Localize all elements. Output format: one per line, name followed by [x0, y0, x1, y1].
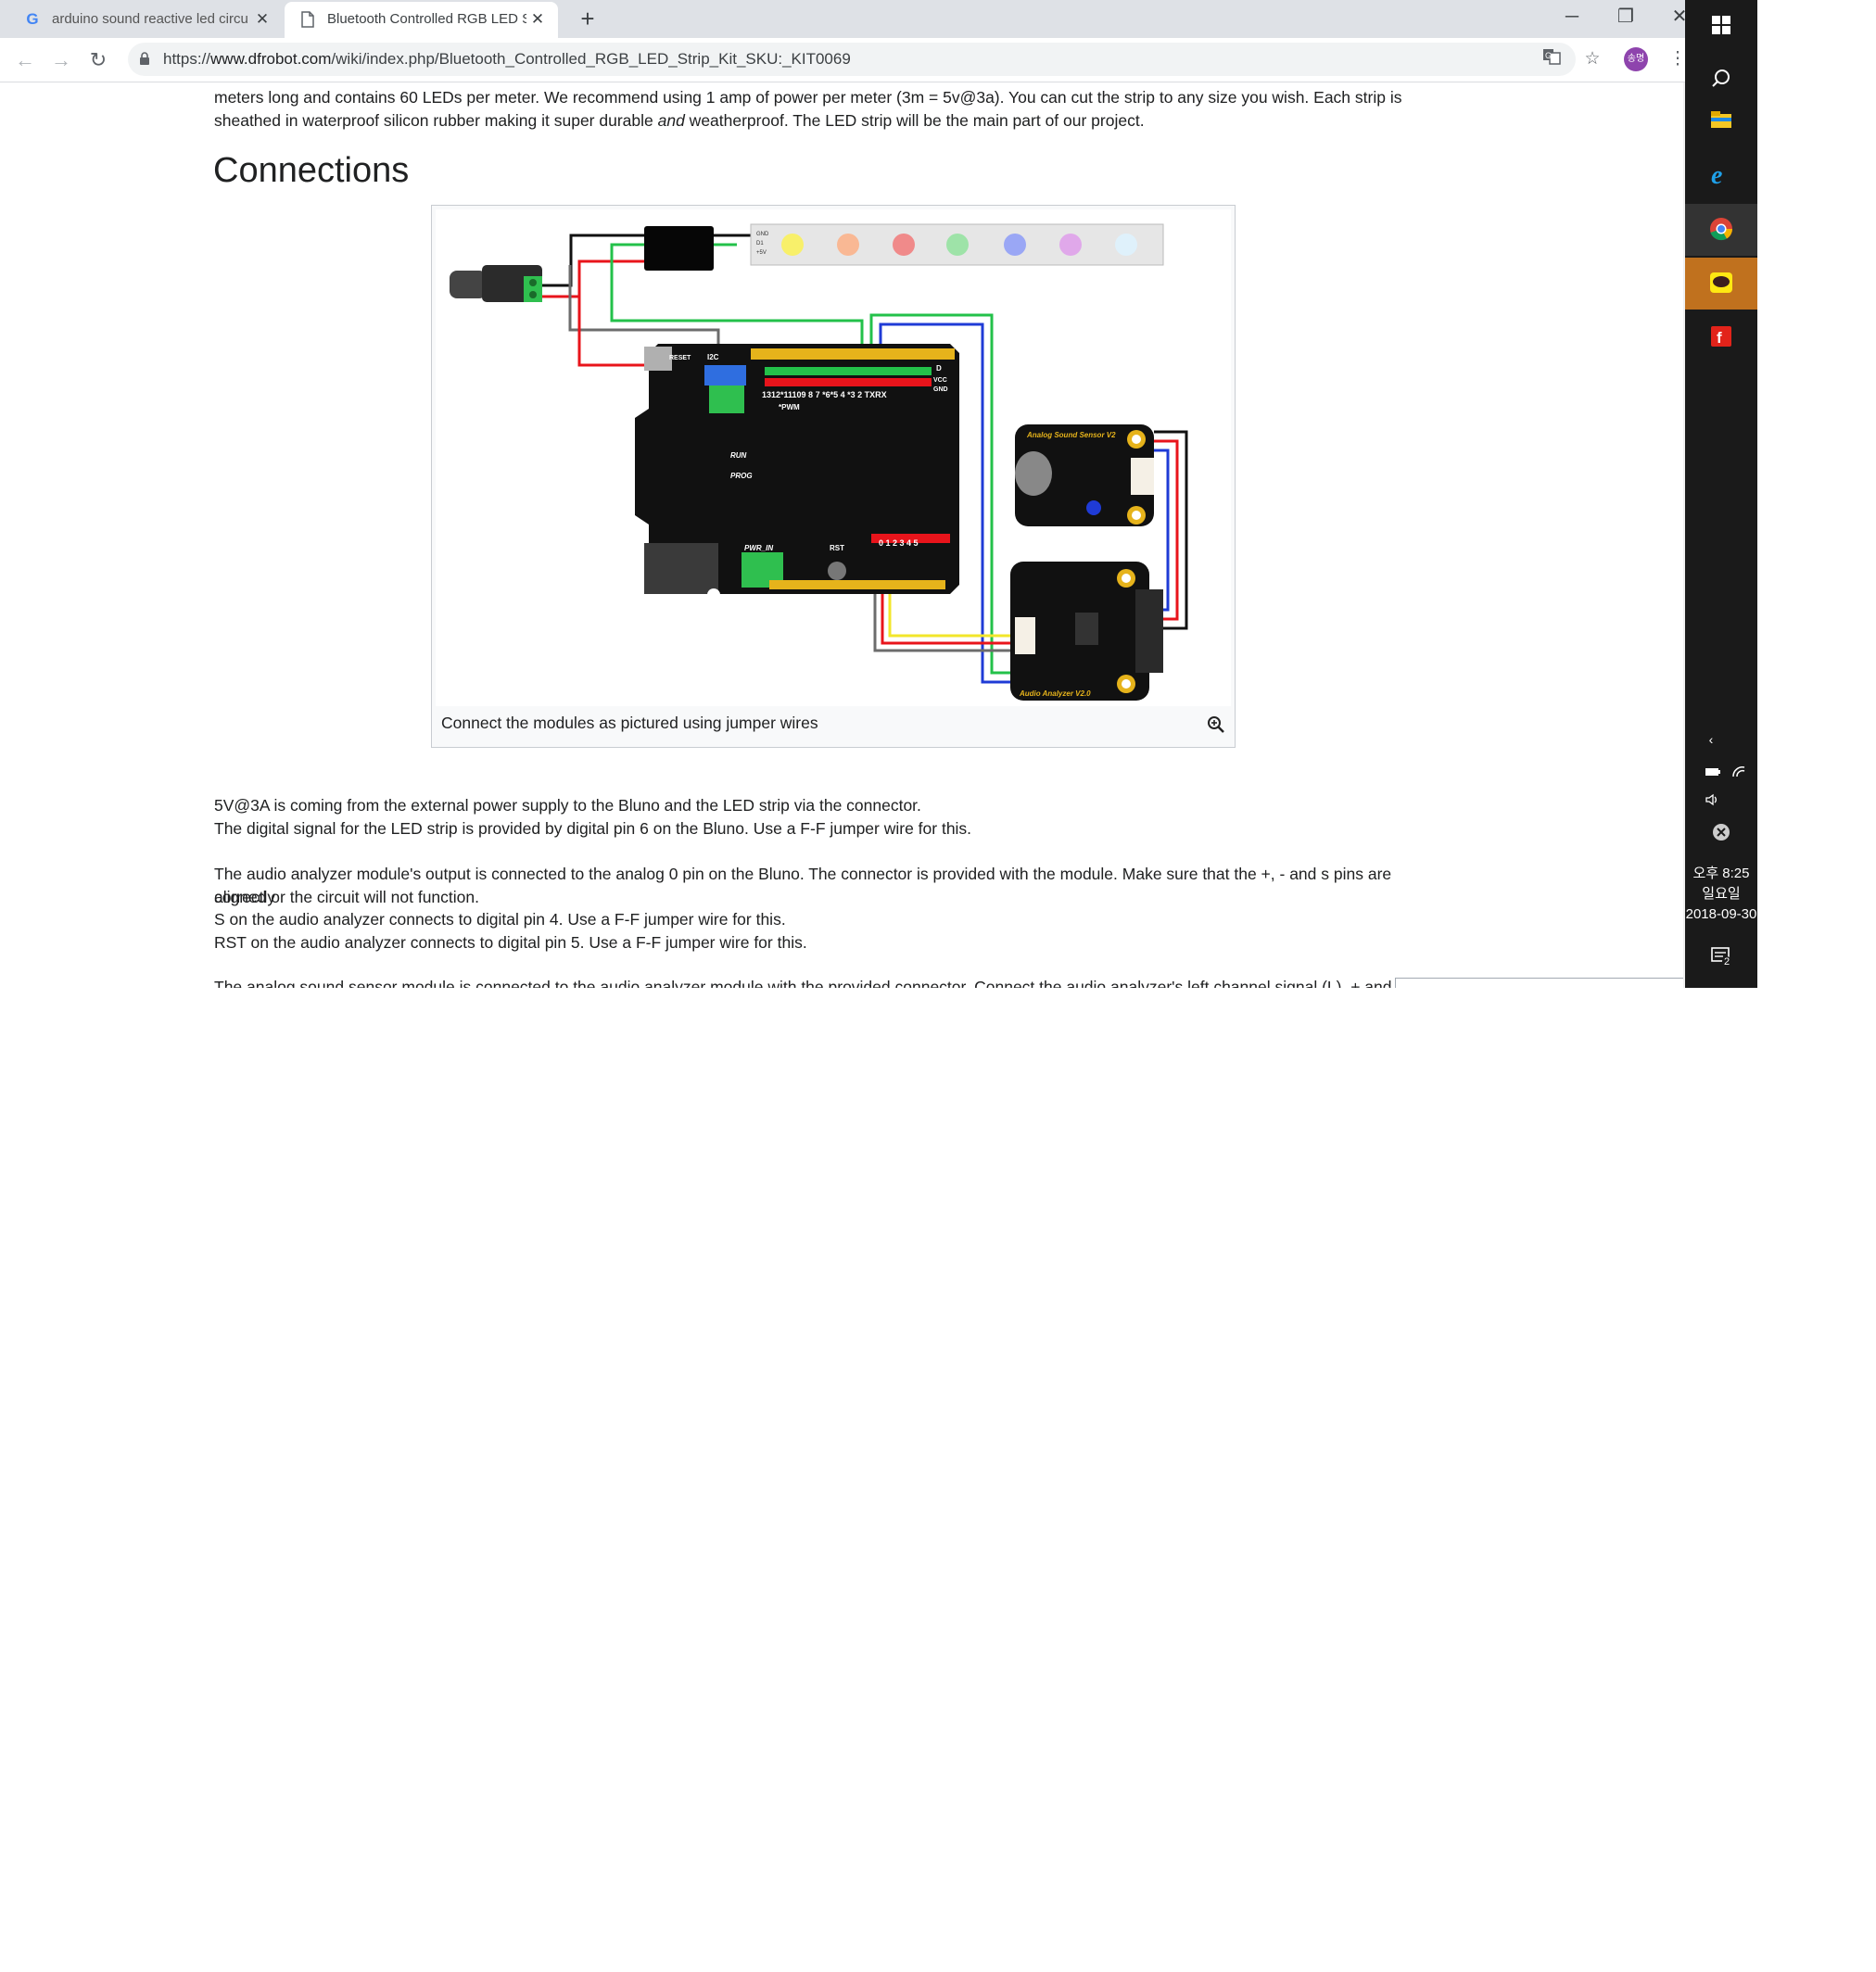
url-path: /wiki/index.php/Bluetooth_Controlled_RGB… [331, 50, 851, 68]
floating-popup[interactable] [1395, 978, 1683, 988]
windows-logo-icon [1712, 16, 1730, 34]
google-icon: G [26, 10, 39, 28]
internet-explorer-icon: e [1711, 161, 1722, 186]
strip-connector [644, 226, 714, 271]
led-strip: GND D1 +5V [750, 223, 1164, 266]
reset-label: RESET [669, 355, 691, 361]
analog-pins-label: 0 1 2 3 4 5 [879, 538, 919, 548]
clock-day: 일요일 [1702, 886, 1741, 902]
intro-text-end: weatherproof. The LED strip will be the … [684, 111, 1145, 130]
strip-pin-label: +5V [756, 250, 767, 256]
profile-avatar[interactable]: 송명 [1624, 47, 1648, 71]
close-tab-icon[interactable]: ✕ [253, 10, 272, 29]
intro-text: sheathed in waterproof silicon rubber ma… [214, 111, 658, 130]
magnify-icon[interactable] [1207, 715, 1225, 734]
tab-arduino-search[interactable]: G arduino sound reactive led circu ✕ [9, 2, 283, 38]
bluno-board: RESET I2C D VCC GND 1312*11109 8 7 *6*5 … [635, 344, 959, 601]
doc-icon [299, 11, 316, 28]
audio-analyzer: Audio Analyzer V2.0 [1010, 562, 1163, 701]
clock-date: 2018-09-30 [1685, 906, 1757, 922]
foxit-reader-button[interactable]: f [1685, 311, 1757, 363]
pwr-in-label: PWR_IN [744, 544, 773, 552]
prog-label: PROG [730, 472, 753, 480]
body-line-2: The digital signal for the LED strip is … [214, 819, 972, 838]
taskbar-clock[interactable]: 오후 8:25 일요일 2018-09-30 [1685, 864, 1757, 925]
body-line-7: The analog sound sensor module is connec… [214, 978, 1411, 988]
volume-icon[interactable] [1704, 793, 1722, 809]
foxit-icon: f [1711, 326, 1731, 347]
wire-red-power [542, 259, 644, 298]
browser-toolbar: ← → ↻ https://www.dfrobot.com/wiki/index… [0, 38, 1701, 82]
dc-power-jack [450, 265, 542, 302]
rst-label: RST [830, 544, 844, 552]
forward-button[interactable]: → [48, 47, 74, 73]
body-line-4: aligned or the circuit will not function… [214, 888, 479, 906]
minimize-button[interactable]: ─ [1546, 0, 1598, 33]
strip-pin-label: GND [756, 232, 769, 237]
clock-time: 오후 8:25 [1692, 866, 1750, 881]
svg-text:G: G [1545, 51, 1552, 60]
audio-analyzer-label: Audio Analyzer V2.0 [1019, 689, 1091, 698]
folder-icon [1711, 111, 1731, 128]
page-content: meters long and contains 60 LEDs per met… [0, 82, 1683, 988]
run-label: RUN [730, 451, 747, 460]
svg-text:e: e [1711, 161, 1722, 186]
digital-pins-label: 1312*11109 8 7 *6*5 4 *3 2 TXRX [762, 390, 887, 399]
lock-icon [140, 52, 149, 65]
pwm-label: *PWM [779, 403, 800, 411]
wiring-diagram: GND D1 +5V RESET I2C D VCC GND 1312*1110… [450, 223, 1188, 701]
d-label: D [936, 364, 942, 373]
start-button[interactable] [1685, 0, 1757, 52]
close-circle-icon[interactable] [1711, 823, 1731, 844]
section-heading: Connections [213, 151, 410, 190]
wire-gray-gnd [568, 265, 720, 348]
back-button[interactable]: ← [12, 47, 38, 73]
chrome-icon [1710, 218, 1733, 241]
search-icon [1712, 70, 1730, 87]
intro-line-1: meters long and contains 60 LEDs per met… [214, 88, 1402, 107]
url-text[interactable]: https://www.dfrobot.com/wiki/index.php/B… [163, 50, 851, 69]
translate-icon[interactable]: G [1540, 47, 1564, 71]
wifi-icon[interactable] [1730, 765, 1748, 781]
analog-sound-sensor: Analog Sound Sensor V2 [1015, 424, 1154, 526]
body-line-6: RST on the audio analyzer connects to di… [214, 933, 807, 952]
maximize-button[interactable]: ❐ [1600, 0, 1652, 33]
tab-title: Bluetooth Controlled RGB LED S [327, 11, 526, 27]
file-explorer-button[interactable] [1685, 95, 1757, 146]
reload-button[interactable]: ↻ [85, 47, 111, 73]
tab-strip: G arduino sound reactive led circu ✕ Blu… [0, 0, 1701, 38]
action-center-icon[interactable]: 2 [1709, 945, 1733, 969]
intro-line-2: sheathed in waterproof silicon rubber ma… [214, 109, 1456, 133]
intro-emphasis: and [657, 111, 685, 130]
connection-figure: GND D1 +5V RESET I2C D VCC GND 1312*1110… [431, 205, 1236, 748]
svg-text:f: f [1717, 329, 1722, 347]
vcc-label: VCC [933, 377, 947, 384]
show-hidden-icons-chevron-icon[interactable]: ‹ [1702, 732, 1720, 747]
notification-count: 2 [1722, 956, 1732, 967]
chrome-button[interactable] [1685, 204, 1757, 256]
bookmark-star-icon[interactable]: ☆ [1580, 47, 1604, 71]
url-host: www.dfrobot.com [210, 50, 332, 68]
body-line-5: S on the audio analyzer connects to digi… [214, 910, 786, 929]
kakaotalk-icon [1710, 272, 1732, 293]
address-bar[interactable]: https://www.dfrobot.com/wiki/index.php/B… [128, 43, 1576, 76]
figure-caption: Connect the modules as pictured using ju… [441, 714, 818, 732]
strip-pin-label: D1 [756, 241, 764, 246]
close-tab-icon[interactable]: ✕ [528, 10, 547, 29]
internet-explorer-button[interactable]: e [1685, 148, 1757, 200]
tab-bluetooth-rgb[interactable]: Bluetooth Controlled RGB LED S ✕ [285, 2, 558, 38]
browser-window: G arduino sound reactive led circu ✕ Blu… [0, 0, 1701, 988]
battery-icon[interactable] [1704, 765, 1722, 780]
gnd-label: GND [933, 386, 948, 393]
sound-sensor-label: Analog Sound Sensor V2 [1026, 431, 1116, 439]
connection-diagram[interactable]: GND D1 +5V RESET I2C D VCC GND 1312*1110… [436, 209, 1231, 706]
tab-title: arduino sound reactive led circu [52, 11, 248, 27]
new-tab-button[interactable]: + [575, 6, 601, 32]
url-scheme: https:// [163, 50, 211, 68]
body-line-1: 5V@3A is coming from the external power … [214, 796, 921, 815]
i2c-label: I2C [707, 353, 719, 361]
windows-taskbar: e f ‹ 오후 8:25 일요일 2018-09-30 2 [1685, 0, 1757, 988]
kakaotalk-button[interactable] [1685, 258, 1757, 310]
